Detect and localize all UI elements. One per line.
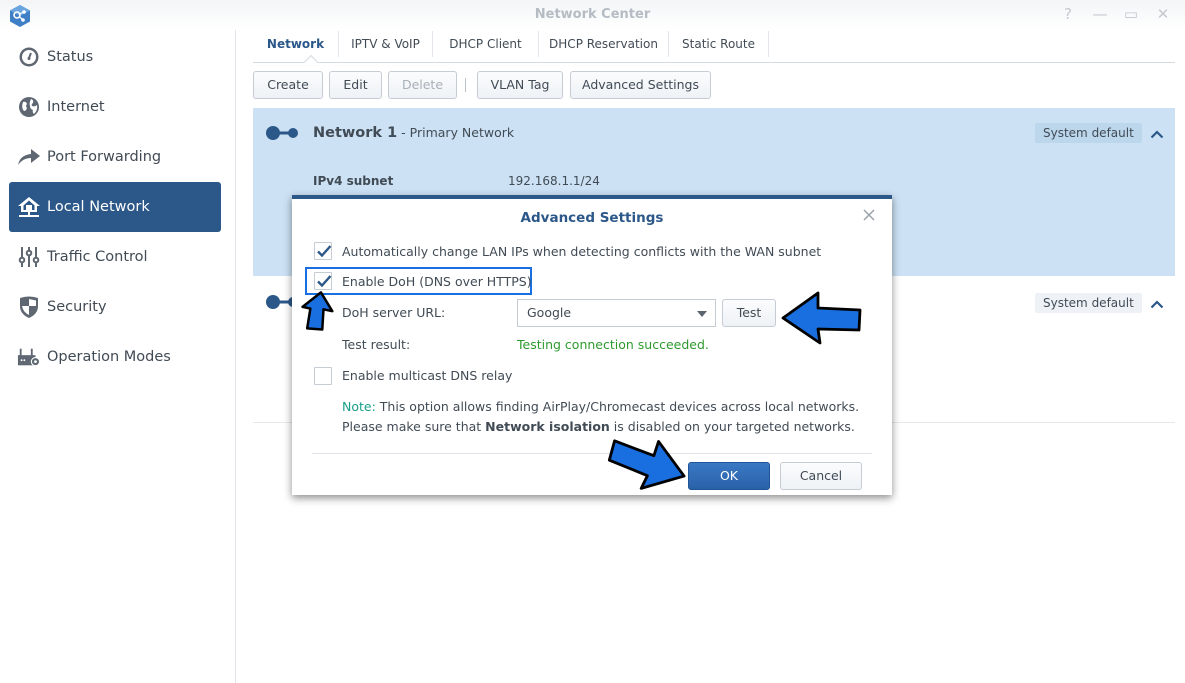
maximize-icon[interactable]: ▭	[1122, 5, 1140, 23]
cancel-button[interactable]: Cancel	[780, 462, 862, 490]
tab-bar: Network IPTV & VoIP DHCP Client DHCP Res…	[253, 31, 1175, 70]
ipv4-subnet-label: IPv4 subnet	[313, 174, 394, 188]
note-line-1: Note: This option allows finding AirPlay…	[342, 399, 859, 414]
tab-dhcp-reservation[interactable]: DHCP Reservation	[539, 31, 669, 57]
sidebar-item-security[interactable]: Security	[9, 282, 221, 332]
doh-server-select[interactable]: Google	[517, 299, 716, 327]
test-result-label: Test result:	[342, 337, 411, 352]
tab-static-route[interactable]: Static Route	[669, 31, 769, 57]
tab-dhcp-client[interactable]: DHCP Client	[433, 31, 539, 57]
network-1-title: Network 1 - Primary Network	[313, 125, 514, 141]
test-button[interactable]: Test	[722, 299, 776, 327]
dialog-title: Advanced Settings	[520, 210, 664, 226]
network-subtitle: - Primary Network	[397, 125, 515, 140]
note-text: Please make sure that	[342, 419, 486, 434]
delete-button[interactable]: Delete	[388, 71, 457, 99]
active-tab-caret	[303, 54, 319, 70]
edit-button[interactable]: Edit	[329, 71, 382, 99]
gauge-icon	[17, 45, 41, 69]
tab-iptv-voip[interactable]: IPTV & VoIP	[339, 31, 433, 57]
sidebar-item-label: Port Forwarding	[47, 149, 162, 165]
sidebar-item-internet[interactable]: Internet	[9, 82, 221, 132]
enable-doh-label: Enable DoH (DNS over HTTPS)	[342, 274, 532, 289]
dialog-divider	[312, 453, 872, 454]
auto-change-lan-checkbox[interactable]	[314, 242, 332, 260]
title-bar: Network Center ? — ▭ ✕	[0, 0, 1185, 30]
multicast-dns-checkbox[interactable]	[314, 367, 332, 385]
annotation-arrow-left-icon	[781, 291, 862, 345]
forward-arrow-icon	[17, 145, 41, 169]
sidebar-item-operation-modes[interactable]: Operation Modes	[9, 332, 221, 382]
note-text: This option allows finding AirPlay/Chrom…	[375, 399, 860, 414]
create-button[interactable]: Create	[253, 71, 323, 99]
doh-server-value: Google	[527, 305, 572, 320]
window-title: Network Center	[534, 7, 651, 22]
enable-doh-checkbox[interactable]	[314, 272, 332, 290]
sidebar-item-label: Traffic Control	[47, 249, 148, 265]
sidebar-item-label: Status	[47, 49, 94, 65]
auto-change-lan-label: Automatically change LAN IPs when detect…	[342, 244, 822, 259]
chevron-up-icon[interactable]	[1150, 299, 1164, 309]
network-isolation-text: Network isolation	[485, 419, 610, 434]
network-name: Network 1	[313, 125, 398, 141]
router-gear-icon	[17, 345, 41, 369]
ok-button[interactable]: OK	[688, 462, 770, 490]
sidebar-item-status[interactable]: Status	[9, 32, 221, 82]
sliders-icon	[17, 245, 41, 269]
sidebar-item-label: Internet	[47, 99, 105, 115]
note-label: Note:	[342, 399, 376, 414]
checkmark-icon	[317, 275, 332, 288]
tab-network[interactable]: Network	[253, 31, 339, 57]
system-default-badge: System default	[1035, 293, 1142, 313]
sidebar-item-traffic-control[interactable]: Traffic Control	[9, 232, 221, 282]
vlan-tag-button[interactable]: VLAN Tag	[477, 71, 563, 99]
doh-server-url-label: DoH server URL:	[342, 305, 446, 320]
sidebar: Status Internet Port Forwarding Local Ne…	[0, 30, 236, 683]
advanced-settings-button[interactable]: Advanced Settings	[570, 71, 711, 99]
multicast-dns-label: Enable multicast DNS relay	[342, 368, 513, 383]
toolbar-separator	[465, 78, 466, 92]
shield-icon	[17, 295, 41, 319]
test-result-value: Testing connection succeeded.	[517, 337, 709, 352]
close-icon[interactable]: ✕	[1154, 5, 1172, 23]
home-network-icon	[17, 195, 41, 219]
sidebar-item-local-network[interactable]: Local Network	[9, 182, 221, 232]
dialog-close-icon[interactable]	[862, 208, 876, 222]
sidebar-item-label: Local Network	[47, 199, 150, 215]
sidebar-item-label: Operation Modes	[47, 349, 171, 365]
help-icon[interactable]: ?	[1059, 5, 1077, 23]
annotation-arrow-right-icon	[607, 439, 686, 490]
system-default-badge: System default	[1035, 123, 1142, 143]
network-node-icon	[266, 126, 298, 140]
note-text: is disabled on your targeted networks.	[609, 419, 855, 434]
minimize-icon[interactable]: —	[1091, 5, 1109, 23]
ipv4-subnet-value: 192.168.1.1/24	[508, 174, 600, 188]
chevron-up-icon[interactable]	[1150, 129, 1164, 139]
checkmark-icon	[317, 245, 332, 258]
annotation-arrow-up-icon	[301, 291, 334, 331]
sidebar-item-port-forwarding[interactable]: Port Forwarding	[9, 132, 221, 182]
sidebar-item-label: Security	[47, 299, 107, 315]
note-line-2: Please make sure that Network isolation …	[342, 419, 855, 434]
dropdown-caret-icon	[697, 311, 707, 317]
globe-icon	[17, 95, 41, 119]
